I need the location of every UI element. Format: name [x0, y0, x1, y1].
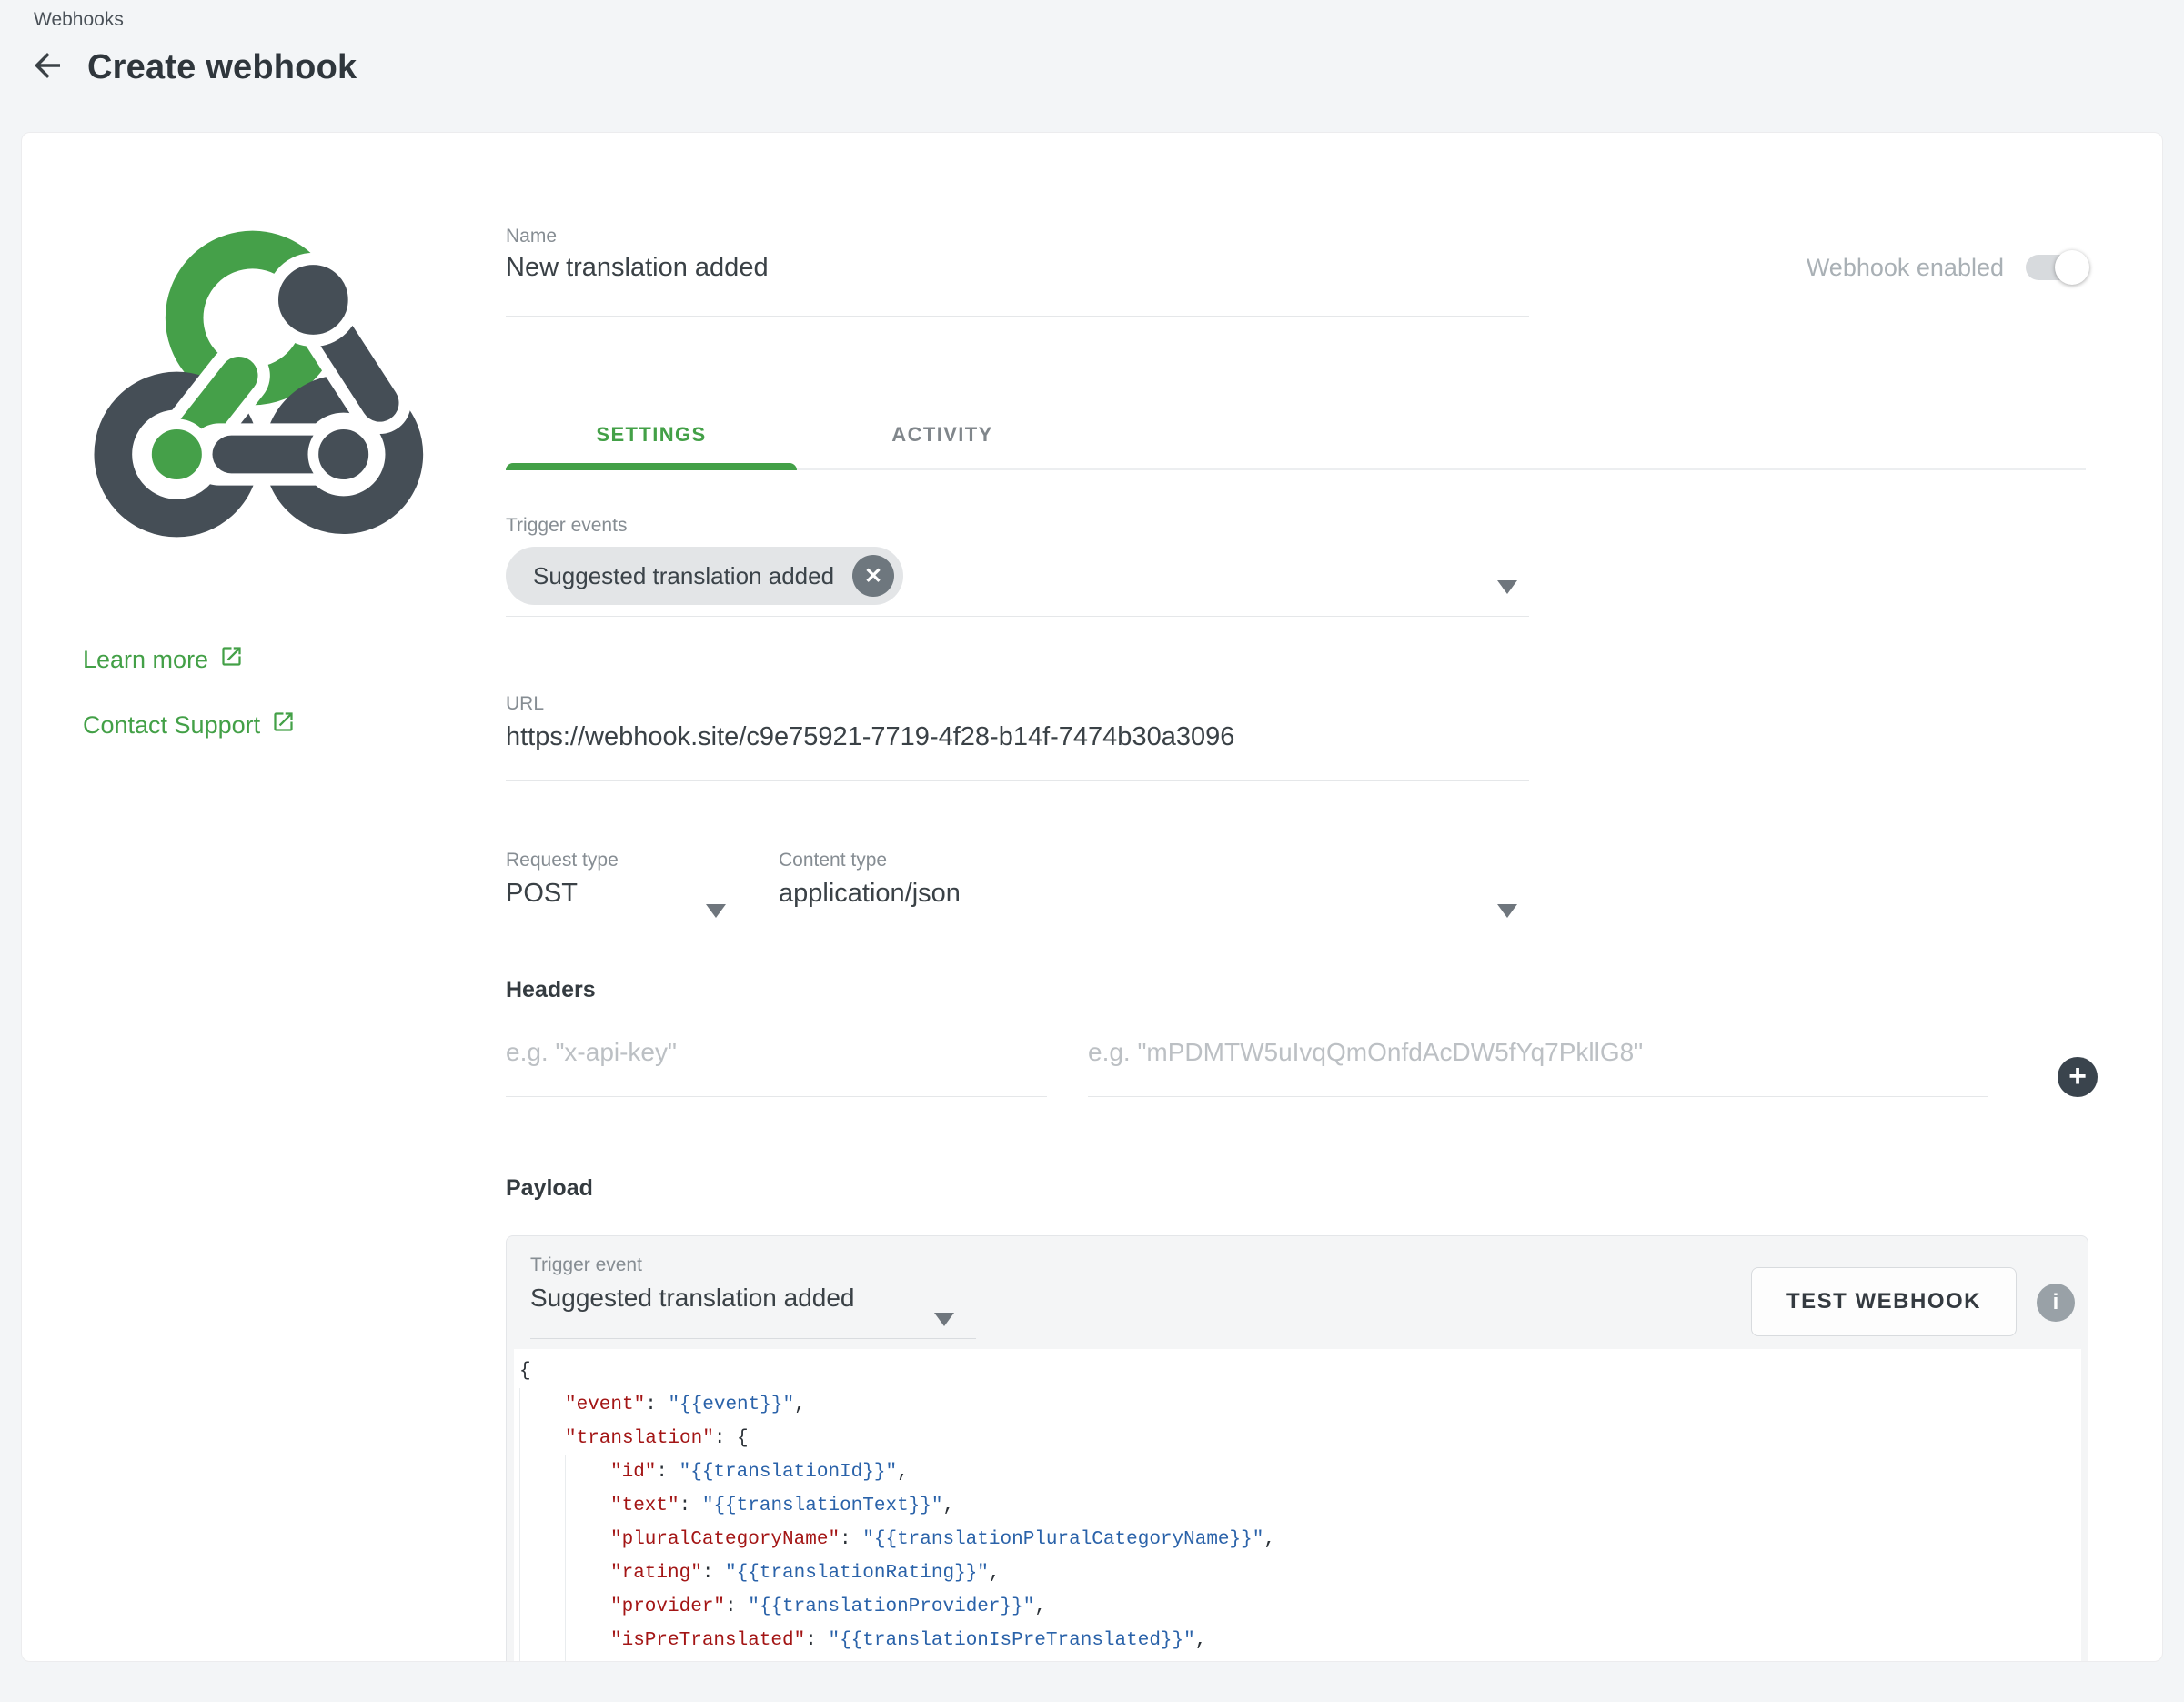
contact-support-link[interactable]: Contact Support	[83, 710, 296, 740]
info-icon[interactable]: i	[2037, 1284, 2075, 1322]
tab-activity[interactable]: ACTIVITY	[797, 401, 1088, 468]
name-input[interactable]	[506, 253, 1525, 283]
payload-trigger-event-select[interactable]: Suggested translation added	[530, 1284, 855, 1313]
payload-trigger-event-label: Trigger event	[530, 1254, 642, 1276]
webhook-enabled-row: Webhook enabled	[1807, 249, 2084, 286]
payload-heading: Payload	[506, 1175, 593, 1202]
header-key-underline	[506, 1096, 1047, 1097]
back-arrow-icon	[28, 46, 66, 89]
chip-close-icon[interactable]: ✕	[852, 555, 894, 597]
name-underline	[506, 316, 1529, 317]
external-link-icon	[219, 644, 244, 675]
webhook-enabled-toggle[interactable]	[2026, 255, 2084, 280]
trigger-events-label: Trigger events	[506, 515, 627, 537]
trigger-events-dropdown-icon[interactable]	[1497, 580, 1517, 594]
payload-panel: Trigger event Suggested translation adde…	[506, 1235, 2088, 1662]
name-label: Name	[506, 226, 557, 247]
learn-more-link[interactable]: Learn more	[83, 644, 244, 675]
active-tab-indicator	[506, 463, 797, 470]
content-type-label: Content type	[779, 850, 887, 871]
url-label: URL	[506, 693, 544, 715]
request-type-select[interactable]: POST	[506, 879, 578, 909]
request-type-dropdown-icon[interactable]	[706, 904, 726, 918]
tab-settings[interactable]: SETTINGS	[506, 401, 797, 468]
back-button[interactable]	[27, 47, 67, 87]
chip-label: Suggested translation added	[533, 562, 834, 590]
page-title: Create webhook	[87, 48, 357, 87]
webhook-card: Learn more Contact Support Name Webhook …	[21, 132, 2163, 1662]
tab-settings-label: SETTINGS	[596, 423, 706, 447]
tab-activity-label: ACTIVITY	[891, 423, 992, 447]
tab-bar: SETTINGS ACTIVITY	[506, 401, 2086, 470]
headers-heading: Headers	[506, 977, 596, 1003]
contact-support-label: Contact Support	[83, 711, 260, 740]
trigger-events-underline	[506, 616, 1529, 617]
payload-trigger-dropdown-icon[interactable]	[934, 1313, 954, 1326]
webhook-enabled-label: Webhook enabled	[1807, 254, 2004, 282]
external-link-icon	[271, 710, 296, 740]
url-underline	[506, 780, 1529, 781]
breadcrumb[interactable]: Webhooks	[34, 9, 124, 31]
trigger-event-chip[interactable]: Suggested translation added ✕	[506, 547, 903, 605]
test-webhook-button[interactable]: TEST WEBHOOK	[1751, 1267, 2017, 1336]
learn-more-label: Learn more	[83, 646, 208, 674]
content-type-select[interactable]: application/json	[779, 879, 961, 909]
content-type-dropdown-icon[interactable]	[1497, 904, 1517, 918]
header-value-underline	[1088, 1096, 1988, 1097]
toggle-knob	[2055, 250, 2089, 285]
title-bar: Create webhook	[27, 47, 357, 87]
add-header-button[interactable]: +	[2058, 1057, 2098, 1097]
request-type-label: Request type	[506, 850, 619, 871]
header-value-input[interactable]	[1088, 1038, 1979, 1067]
payload-code[interactable]: {"event": "{{event}}","translation": {"i…	[514, 1349, 2081, 1662]
webhook-logo	[83, 224, 447, 565]
url-input[interactable]	[506, 722, 1525, 752]
payload-trigger-underline	[530, 1338, 976, 1339]
header-key-input[interactable]	[506, 1038, 1042, 1067]
